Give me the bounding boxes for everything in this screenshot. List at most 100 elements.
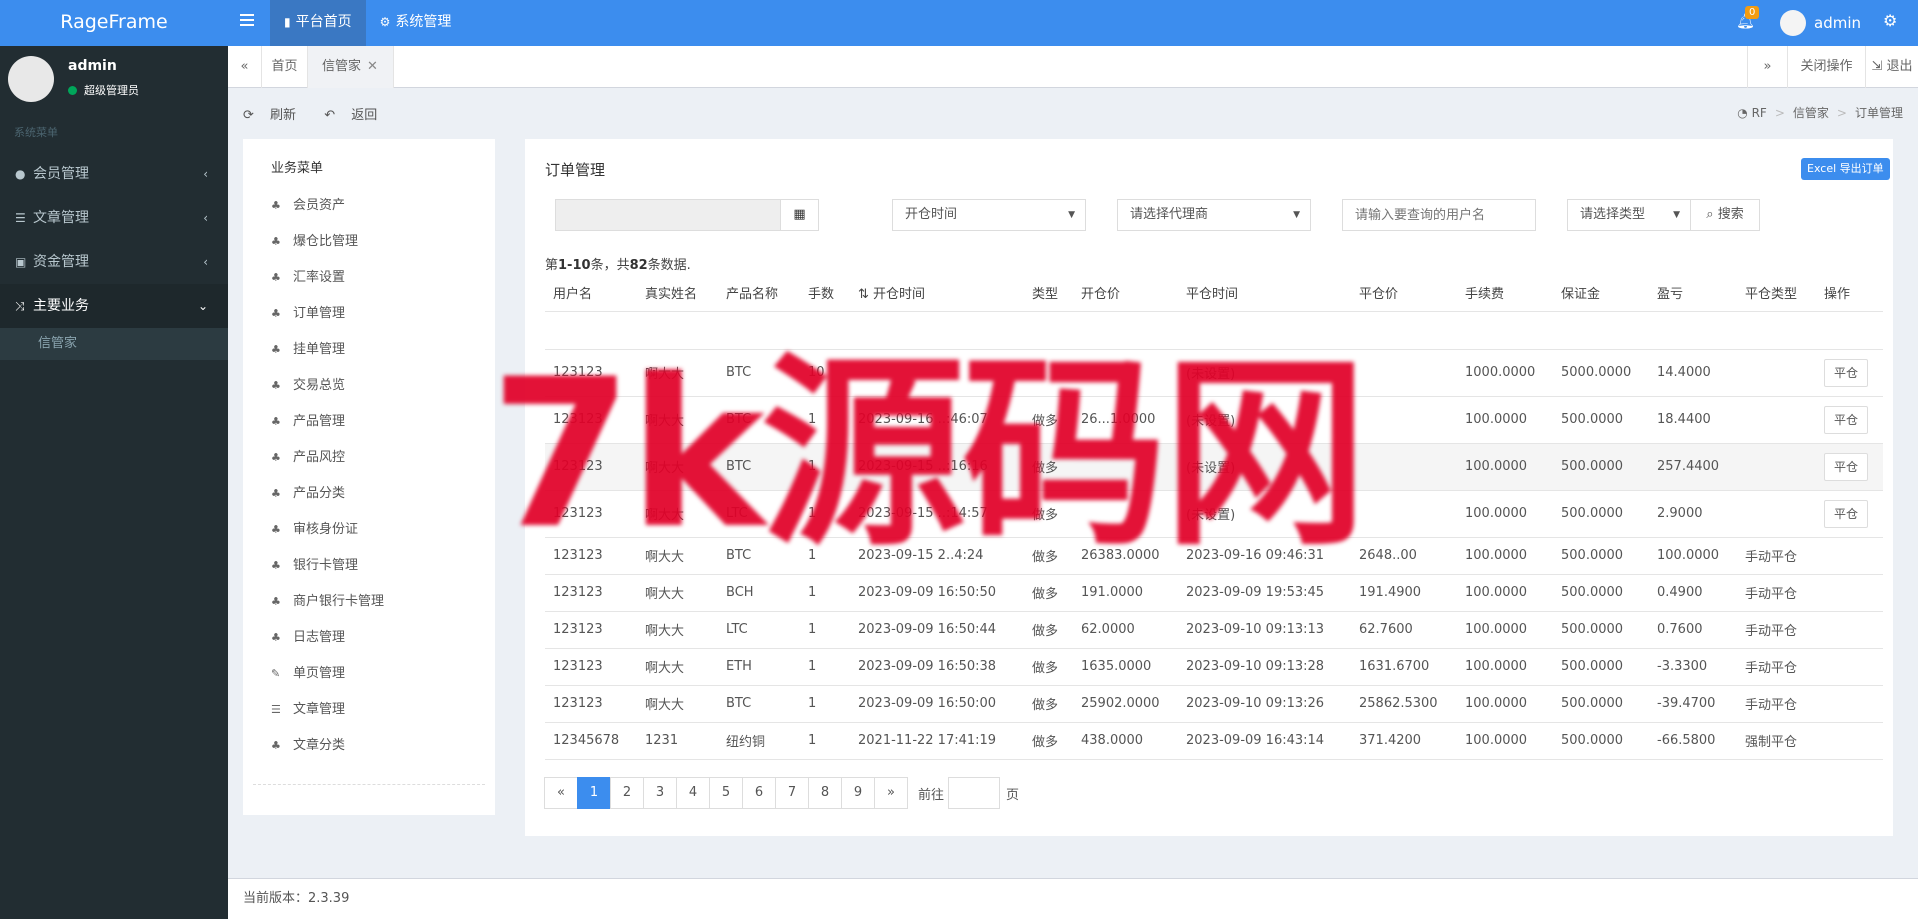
filter-row-cell — [545, 311, 1883, 350]
username-search-input[interactable] — [1342, 199, 1536, 231]
table-row: 123123 啊大大 ETH 1 2023-09-09 16:50:38 做多 … — [545, 648, 1883, 686]
search-button[interactable]: ⌕ 搜索 — [1690, 199, 1760, 231]
sidebar-menu: ● 会员管理 ‹ ☰ 文章管理 ‹ ▣ 资金管理 ‹ ⤨ 主要业务 ⌄ 信管家 — [0, 152, 228, 360]
menu-toggle-icon[interactable] — [240, 14, 254, 26]
orders-table: 用户名 真实姓名 产品名称 手数 ⇅ 开仓时间 类型 开仓价 平仓时间 平仓价 … — [545, 275, 1883, 760]
business-menu-item[interactable]: ♣ 汇率设置 — [271, 266, 345, 285]
logout-button[interactable]: ⇲ 退出 — [1865, 46, 1918, 88]
business-menu-item[interactable]: ♣ 商户银行卡管理 — [271, 590, 384, 609]
page-number[interactable]: 3 — [643, 777, 677, 809]
business-menu-item[interactable]: ♣ 银行卡管理 — [271, 554, 358, 573]
business-menu-item[interactable]: ☰ 文章管理 — [271, 698, 345, 717]
breadcrumb-item[interactable]: 信管家 — [1793, 106, 1829, 120]
business-menu-item[interactable]: ♣ 审核身份证 — [271, 518, 358, 537]
cell-pnl: 0.7600 — [1649, 611, 1737, 649]
page-prev[interactable]: « — [544, 777, 578, 809]
tab-scroll-right[interactable]: » — [1747, 46, 1787, 88]
calendar-icon[interactable]: ▦ — [780, 200, 818, 230]
business-menu-item[interactable]: ♣ 爆仓比管理 — [271, 230, 358, 249]
business-menu-item[interactable]: ♣ 日志管理 — [271, 626, 345, 645]
back-button[interactable]: ↶ 返回 — [324, 108, 389, 123]
cell-lots: 1 — [800, 611, 850, 649]
goto-page-input[interactable] — [948, 777, 1001, 809]
cell-action — [1816, 537, 1883, 575]
top-avatar — [1780, 10, 1806, 36]
page-number[interactable]: 1 — [577, 777, 611, 809]
open-time-select[interactable]: 开仓时间 ▼ — [892, 199, 1086, 231]
agent-select[interactable]: 请选择代理商 ▼ — [1117, 199, 1311, 231]
refresh-button[interactable]: ⟳ 刷新 — [243, 108, 308, 123]
close-position-button[interactable]: 平仓 — [1824, 405, 1869, 434]
cell-margin: 500.0000 — [1553, 537, 1649, 575]
date-range-input[interactable]: ▦ — [555, 199, 819, 231]
sidebar-item-articles[interactable]: ☰ 文章管理 ‹ — [0, 196, 228, 240]
tab-scroll-left[interactable]: « — [228, 46, 262, 88]
cell-close-type: 手动平仓 — [1737, 574, 1816, 612]
table-header-row: 用户名 真实姓名 产品名称 手数 ⇅ 开仓时间 类型 开仓价 平仓时间 平仓价 … — [545, 275, 1883, 312]
export-excel-button[interactable]: Excel 导出订单 — [1801, 158, 1890, 180]
tab-home[interactable]: 首页 — [262, 46, 308, 88]
notification-badge: 0 — [1745, 6, 1760, 19]
topnav-system[interactable]: ⚙ 系统管理 — [366, 0, 466, 46]
cell-fee: 100.0000 — [1457, 648, 1553, 686]
close-ops-button[interactable]: 关闭操作 — [1787, 46, 1865, 88]
business-menu-label: 商户银行卡管理 — [293, 594, 385, 609]
business-menu-item[interactable]: ♣ 交易总览 — [271, 374, 345, 393]
sidebar-item-funds[interactable]: ▣ 资金管理 ‹ — [0, 240, 228, 284]
cell-open-price: 26...1.0000 — [1073, 396, 1178, 444]
cell-margin: 500.0000 — [1553, 443, 1649, 491]
brand-logo[interactable]: RageFrame — [0, 0, 228, 46]
page-number[interactable]: 4 — [676, 777, 710, 809]
business-menu-item[interactable]: ♣ 挂单管理 — [271, 338, 345, 357]
sidebar-item-main-business[interactable]: ⤨ 主要业务 ⌄ — [0, 284, 228, 328]
business-menu-label: 产品风控 — [293, 450, 346, 465]
close-position-button[interactable]: 平仓 — [1824, 358, 1869, 387]
cell-close-type: 手动平仓 — [1737, 537, 1816, 575]
business-menu-item[interactable]: ♣ 会员资产 — [271, 194, 345, 213]
page-number[interactable]: 7 — [775, 777, 809, 809]
business-menu-item[interactable]: ✎ 单页管理 — [271, 662, 345, 681]
business-menu-item[interactable]: ♣ 产品分类 — [271, 482, 345, 501]
page-number[interactable]: 6 — [742, 777, 776, 809]
bookmark-icon: ▮ — [284, 15, 291, 29]
business-menu-item[interactable]: ♣ 产品风控 — [271, 446, 345, 465]
top-user-menu[interactable]: admin — [1780, 0, 1861, 46]
type-select[interactable]: 请选择类型 ▼ — [1567, 199, 1691, 231]
close-position-button[interactable]: 平仓 — [1824, 499, 1869, 528]
topnav-system-label: 系统管理 — [395, 14, 452, 30]
topnav-home[interactable]: ▮ 平台首页 — [270, 0, 366, 46]
cell-type: 做多 — [1024, 490, 1073, 538]
cell-margin: 500.0000 — [1553, 396, 1649, 444]
page-number[interactable]: 5 — [709, 777, 743, 809]
sidebar-item-members[interactable]: ● 会员管理 ‹ — [0, 152, 228, 196]
cell-open-price — [1073, 443, 1178, 491]
sitemap-icon: ♣ — [271, 271, 281, 284]
page-number[interactable]: 9 — [841, 777, 875, 809]
page-number[interactable]: 8 — [808, 777, 842, 809]
sidebar-subitem-xinguanjia[interactable]: 信管家 — [0, 328, 228, 360]
cell-username: 123123 — [545, 611, 637, 649]
col-header-sortable[interactable]: ⇅ 开仓时间 — [850, 275, 1024, 312]
table-row: 123123 啊大大 BCH 1 2023-09-09 16:50:50 做多 … — [545, 574, 1883, 612]
business-menu-item[interactable]: ♣ 订单管理 — [271, 302, 345, 321]
settings-gear-icon[interactable]: ⚙ — [1883, 11, 1897, 30]
breadcrumb-item[interactable]: RF — [1752, 106, 1767, 120]
business-menu-item[interactable]: ♣ 产品管理 — [271, 410, 345, 429]
col-header: 类型 — [1024, 275, 1073, 312]
summary-prefix: 第 — [545, 258, 559, 273]
tab-xinguanjia[interactable]: 信管家 ✕ — [308, 46, 394, 88]
page-next[interactable]: » — [874, 777, 908, 809]
business-menu-item[interactable]: ♣ 文章分类 — [271, 734, 345, 753]
table-row: 123123 啊大大 LTC 1 2023-09-15 ..:14:57 做多 … — [545, 490, 1883, 538]
business-menu-label: 订单管理 — [293, 306, 346, 321]
cell-lots: 1 — [800, 722, 850, 760]
sitemap-icon: ♣ — [271, 487, 281, 500]
cell-close-type: 手动平仓 — [1737, 611, 1816, 649]
close-position-button[interactable]: 平仓 — [1824, 452, 1869, 481]
close-icon[interactable]: ✕ — [367, 59, 378, 74]
cell-open-price: 62.0000 — [1073, 611, 1178, 649]
cell-action: 平仓 — [1816, 490, 1883, 538]
cell-close-type — [1737, 490, 1816, 538]
page-number[interactable]: 2 — [610, 777, 644, 809]
cell-type: 做多 — [1024, 611, 1073, 649]
